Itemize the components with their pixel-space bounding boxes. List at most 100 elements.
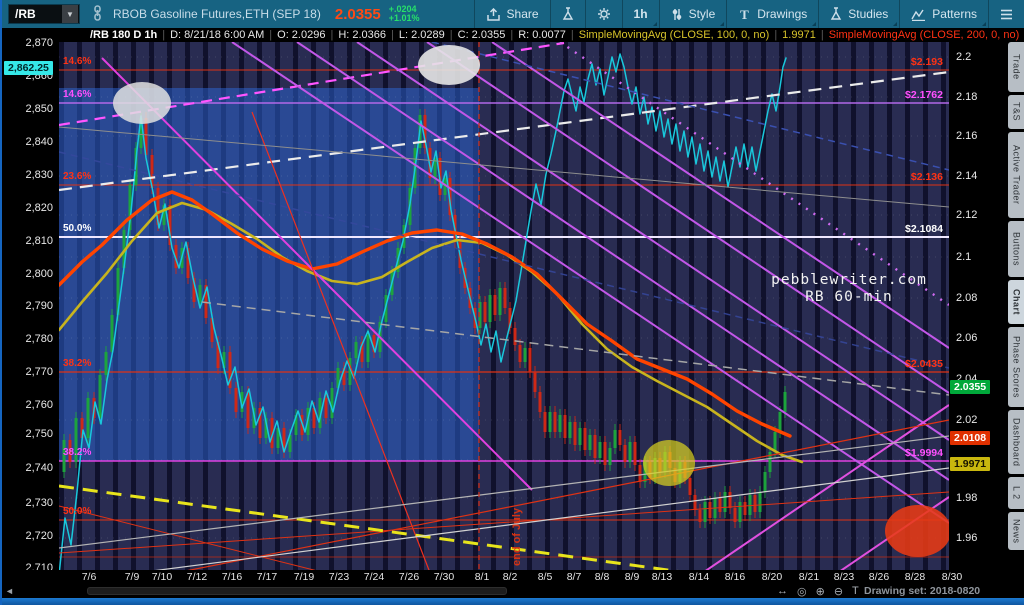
- instrument-description: RBOB Gasoline Futures,ETH (SEP 18): [113, 7, 321, 21]
- chart-plot-area[interactable]: pebblewriter.com RB 60-min end of July 1…: [59, 42, 949, 570]
- patterns-button[interactable]: Patterns: [899, 0, 988, 28]
- left-axis-tick: 2,790: [25, 300, 53, 312]
- link-icon[interactable]: [92, 4, 103, 24]
- left-axis-tick: 2,800: [25, 268, 53, 280]
- sidebar-tab-phase-scores[interactable]: Phase Scores: [1008, 327, 1024, 407]
- header-segment: H: 2.0366: [338, 29, 387, 41]
- date-tick: 7/6: [81, 571, 97, 583]
- flask-icon: [831, 7, 842, 20]
- left-axis-tick: 2,750: [25, 428, 53, 440]
- left-axis-tick: 2,830: [25, 169, 53, 181]
- pattern-icon: [911, 9, 926, 21]
- left-axis-tick: 2,820: [25, 202, 53, 214]
- sidebar-tab-chart[interactable]: Chart: [1008, 280, 1024, 324]
- chart-tool-icons: ↔ ◎ ⊕ ⊖ T: [777, 585, 859, 598]
- price-level-label: $2.193: [910, 56, 943, 68]
- price-level-label: $2.1084: [905, 223, 943, 235]
- share-button[interactable]: Share: [473, 0, 550, 28]
- scroll-left-arrow[interactable]: ◄: [5, 586, 14, 596]
- price-level-label: $2.1762: [905, 89, 943, 101]
- header-segment: L: 2.0289: [398, 29, 445, 41]
- header-segment: D: 8/21/18 6:00 AM: [170, 29, 265, 41]
- window-bottom-border: [2, 598, 1024, 605]
- text-tool-icon: T: [740, 8, 749, 21]
- sidebar-tab-dashboard[interactable]: Dashboard: [1008, 410, 1024, 474]
- sidebar-tab-buttons[interactable]: Buttons: [1008, 221, 1024, 277]
- right-axis-tick: 2.12: [956, 209, 978, 221]
- right-axis-tick: 2.2: [956, 51, 972, 63]
- share-icon: [486, 7, 500, 21]
- fib-level-label: 38.2%: [63, 447, 92, 458]
- settings-button[interactable]: [584, 0, 622, 28]
- left-axis-tick: 2,810: [25, 235, 53, 247]
- right-axis-tick: 2.1: [956, 251, 972, 263]
- right-axis-tick: 2.02: [956, 414, 978, 426]
- header-segment: R: 0.0077: [518, 29, 566, 41]
- hamburger-icon: [1001, 9, 1012, 19]
- study-label[interactable]: SimpleMovingAvg (CLOSE, 100, 0, no): [579, 29, 770, 41]
- price-change: +.0204 +1.01%: [388, 4, 420, 23]
- right-axis-tick: 1.98: [956, 492, 978, 504]
- left-axis-tick: 2,850: [25, 103, 53, 115]
- zoom-in-icon[interactable]: ⊕: [816, 585, 825, 598]
- sidebar-tab-l-2[interactable]: L 2: [1008, 477, 1024, 509]
- left-axis-tick: 2,720: [25, 530, 53, 542]
- fib-level-label: 14.6%: [63, 56, 92, 67]
- right-axis-tick: 2.18: [956, 91, 978, 103]
- study-value: 1.9971: [782, 29, 816, 41]
- sidebar-tab-news[interactable]: News: [1008, 512, 1024, 550]
- symbol-value: /RB: [15, 7, 36, 21]
- crosshair-icon[interactable]: ◎: [797, 585, 807, 598]
- fib-level-label: 23.6%: [63, 171, 92, 182]
- text-note-icon[interactable]: T: [852, 585, 859, 598]
- trading-app-window: /RB ▼ RBOB Gasoline Futures,ETH (SEP 18)…: [0, 0, 1024, 605]
- toolbar-buttons: Share 1h Style T Drawings Studies Patter…: [473, 0, 1024, 28]
- studies-button[interactable]: Studies: [818, 0, 899, 28]
- price-badge: 2.0108: [950, 431, 991, 445]
- left-axis-tick: 2,730: [25, 497, 53, 509]
- sidebar-tab-trade[interactable]: Trade: [1008, 42, 1024, 92]
- fib-level-label: 14.6%: [63, 89, 92, 100]
- date-axis: 7/6 7/9 7/10 7/12 7/16 7/17 7/19 7/23 7/24 7/26 7/…: [2, 570, 1024, 584]
- status-bar: ◄ ↔ ◎ ⊕ ⊖ T Drawing set: 2018-0820: [2, 584, 1024, 598]
- chevron-down-icon[interactable]: ▼: [62, 5, 78, 23]
- study-label[interactable]: SimpleMovingAvg (CLOSE, 200, 0, no): [829, 29, 1020, 41]
- sidebar-tab-t-s[interactable]: T&S: [1008, 95, 1024, 129]
- left-price-axis: 2,870 2,860 2,850 2,840 2,830 2,820 2,810 2,800…: [2, 37, 59, 574]
- left-axis-tick: 2,740: [25, 462, 53, 474]
- right-axis-tick: 1.96: [956, 532, 978, 544]
- header-segment: /RB 180 D 1h: [90, 29, 158, 41]
- style-button[interactable]: Style: [658, 0, 727, 28]
- header-segment: O: 2.0296: [277, 29, 326, 41]
- right-price-axis: 2.2 2.18 2.16 2.14 2.12 2.1 2.08 2.06 2.04 2.02 1.…: [949, 42, 1007, 570]
- interval-button[interactable]: 1h: [621, 0, 659, 28]
- right-axis-tick: 2.08: [956, 292, 978, 304]
- price-badge: 2.0355: [950, 380, 991, 394]
- right-axis-tick: 2.06: [956, 332, 978, 344]
- sidebar-tab-active-trader[interactable]: Active Trader: [1008, 132, 1024, 218]
- chart-canvas: [59, 42, 949, 570]
- price-level-label: $2.0435: [905, 358, 943, 370]
- symbol-input[interactable]: /RB ▼: [8, 4, 80, 24]
- left-axis-tick: 2,760: [25, 399, 53, 411]
- drawings-button[interactable]: T Drawings: [726, 0, 818, 28]
- header-segment: C: 2.0355: [457, 29, 506, 41]
- sidebar-tabs: Trade T&S Active Trader Buttons Chart Phase S…: [1007, 42, 1024, 570]
- menu-button[interactable]: [988, 0, 1024, 28]
- price-badge: 1.9971: [950, 457, 991, 471]
- date-tick: 8/30: [941, 571, 963, 583]
- chart-status-line: /RB 180 D 1h | D: 8/21/18 6:00 AM | O: 2.029…: [2, 28, 1024, 42]
- left-axis-tick: 2,780: [25, 333, 53, 345]
- zoom-out-icon[interactable]: ⊖: [834, 585, 843, 598]
- svg-text:T: T: [740, 8, 749, 21]
- left-axis-badge: 2,862.25: [4, 61, 53, 75]
- horizontal-scrollbar[interactable]: [87, 587, 507, 595]
- end-of-july-annotation: end of July: [511, 507, 523, 566]
- fib-level-label: 38.2%: [63, 358, 92, 369]
- price-level-label: $1.9994: [905, 447, 943, 459]
- left-axis-tick: 2,840: [25, 136, 53, 148]
- right-axis-tick: 2.14: [956, 170, 978, 182]
- pan-icon[interactable]: ↔: [777, 585, 788, 598]
- left-axis-tick: 2,870: [25, 37, 53, 49]
- alerts-button[interactable]: [549, 0, 585, 28]
